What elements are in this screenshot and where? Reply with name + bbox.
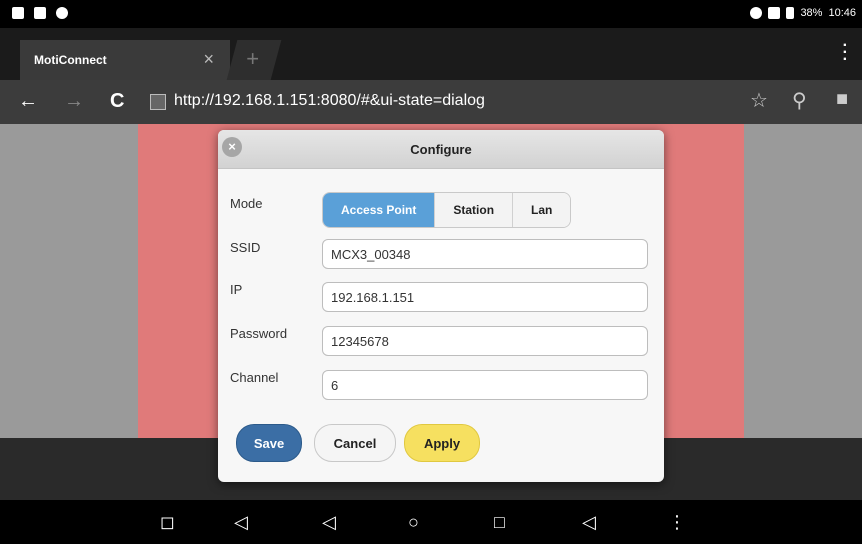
url-bar: ← → C http://192.168.1.151:8080/#&ui-sta…	[0, 80, 862, 124]
back-nav-icon[interactable]: ◁	[322, 512, 336, 533]
status-bar: 38% 10:46	[0, 0, 862, 28]
browser-tab[interactable]: MotiConnect ×	[20, 40, 230, 80]
cancel-button[interactable]: Cancel	[314, 424, 396, 462]
tab-title: MotiConnect	[34, 53, 107, 67]
ssid-label: SSID	[230, 240, 261, 255]
dialog-header: × Configure	[218, 130, 664, 169]
mode-station-button[interactable]: Station	[434, 193, 513, 227]
channel-field[interactable]: 6	[322, 370, 648, 400]
site-info-icon[interactable]	[150, 94, 166, 110]
wifi-icon	[768, 7, 781, 19]
mode-lan-button[interactable]: Lan	[512, 193, 571, 227]
reload-icon[interactable]: C	[110, 90, 124, 113]
password-field[interactable]: 12345678	[322, 326, 648, 356]
recents-nav-icon[interactable]: □	[494, 512, 505, 533]
mode-label: Mode	[230, 196, 263, 211]
volume-down-icon[interactable]: ◁	[234, 512, 248, 533]
clock: 10:46	[828, 7, 856, 19]
battery-percent: 38%	[800, 7, 823, 19]
wifi-signal-icon	[12, 7, 24, 19]
ip-field[interactable]: 192.168.1.151	[322, 282, 648, 312]
system-nav-bar: ◻ ◁ ◁ ○ □ ◁ ⋮	[0, 500, 862, 544]
image-notification-icon	[34, 7, 46, 19]
home-nav-icon[interactable]: ○	[408, 512, 419, 533]
ip-label: IP	[230, 282, 243, 297]
forward-icon[interactable]: →	[64, 90, 84, 113]
sync-notification-icon	[56, 7, 68, 19]
apply-button[interactable]: Apply	[404, 424, 480, 462]
volume-up-icon[interactable]: ◁	[582, 512, 596, 533]
tab-close-icon[interactable]: ×	[203, 50, 214, 68]
screenshot-icon[interactable]: ◻	[160, 512, 175, 533]
bookmark-star-icon[interactable]: ☆	[750, 88, 768, 113]
mode-selector: Access Point Station Lan	[322, 192, 572, 228]
channel-label: Channel	[230, 370, 279, 385]
dialog-title: Configure	[410, 142, 472, 157]
bookmarks-icon[interactable]: ■	[836, 88, 848, 111]
url-text[interactable]: http://192.168.1.151:8080/#&ui-state=dia…	[174, 92, 485, 110]
ssid-field[interactable]: MCX3_00348	[322, 239, 648, 269]
tab-strip: MotiConnect × + · · ·	[0, 28, 862, 86]
search-icon[interactable]: ⚲	[792, 88, 807, 113]
mode-access-point-button[interactable]: Access Point	[323, 193, 435, 227]
save-button[interactable]: Save	[236, 424, 302, 462]
more-nav-icon[interactable]: ⋮	[668, 512, 686, 533]
do-not-disturb-icon	[750, 7, 763, 19]
configure-dialog: × Configure Mode Access Point Station La…	[218, 130, 664, 482]
battery-icon	[786, 7, 795, 19]
new-tab-button[interactable]: +	[226, 40, 282, 80]
overflow-menu-icon[interactable]: · · ·	[843, 38, 848, 68]
back-icon[interactable]: ←	[18, 90, 38, 113]
password-label: Password	[230, 326, 288, 341]
plus-icon: +	[246, 46, 260, 71]
